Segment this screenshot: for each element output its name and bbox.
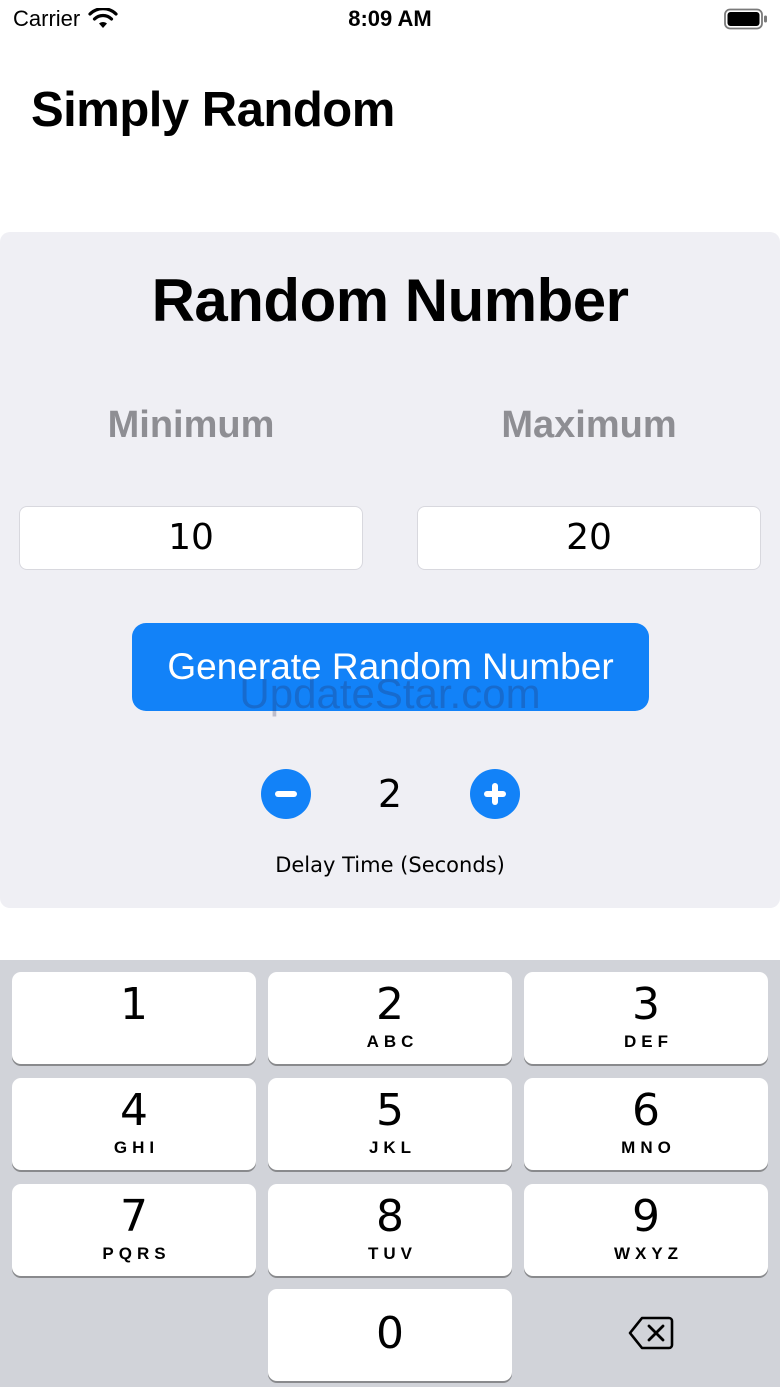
key-letters: ABC	[366, 1032, 419, 1051]
maximum-label: Maximum	[501, 404, 677, 446]
delete-key[interactable]	[524, 1288, 768, 1380]
key-digit: 5	[376, 1085, 404, 1136]
key-letters: JKL	[368, 1138, 417, 1157]
increment-button[interactable]	[470, 769, 520, 819]
clock: 8:09 AM	[348, 6, 432, 31]
key-digit: 4	[120, 1085, 148, 1136]
plus-circle-icon	[484, 783, 506, 805]
key-letters: WXYZ	[613, 1244, 684, 1263]
key-letters: PQRS	[102, 1244, 171, 1263]
battery-icon	[724, 8, 767, 30]
decrement-button[interactable]	[261, 769, 311, 819]
delay-value: 2	[377, 772, 403, 816]
numeric-keypad: 1 2 ABC 3 DEF 4 GHI 5 JKL 6 MNO 7 PQRS 8…	[0, 960, 780, 1387]
key-letters: DEF	[624, 1032, 673, 1051]
delay-time-label: Delay Time (Seconds)	[275, 853, 505, 877]
backspace-icon	[628, 1316, 674, 1350]
key-digit: 1	[120, 979, 148, 1030]
key-8[interactable]: 8 TUV	[268, 1184, 512, 1276]
key-digit: 0	[376, 1308, 404, 1359]
key-0[interactable]: 0	[268, 1289, 512, 1381]
key-3[interactable]: 3 DEF	[524, 972, 768, 1064]
card-title: Random Number	[151, 267, 629, 334]
key-letters: TUV	[368, 1244, 417, 1263]
key-2[interactable]: 2 ABC	[268, 972, 512, 1064]
key-5[interactable]: 5 JKL	[268, 1078, 512, 1170]
minus-circle-icon	[275, 791, 297, 797]
key-digit: 7	[120, 1191, 148, 1242]
minimum-label: Minimum	[107, 404, 275, 446]
key-6[interactable]: 6 MNO	[524, 1078, 768, 1170]
key-1[interactable]: 1	[12, 972, 256, 1064]
key-digit: 6	[632, 1085, 660, 1136]
key-digit: 9	[632, 1191, 660, 1242]
key-digit: 8	[376, 1191, 404, 1242]
key-digit: 2	[376, 979, 404, 1030]
app-title: Simply Random	[31, 83, 395, 137]
key-7[interactable]: 7 PQRS	[12, 1184, 256, 1276]
random-number-card: Random Number Minimum Maximum 10 20 Gene…	[0, 232, 780, 908]
generate-random-number-button[interactable]: Generate Random Number	[132, 623, 649, 711]
key-letters: GHI	[113, 1138, 160, 1157]
key-9[interactable]: 9 WXYZ	[524, 1184, 768, 1276]
key-letters: MNO	[621, 1138, 676, 1157]
status-bar: Carrier 8:09 AM	[0, 0, 780, 44]
minimum-field[interactable]: 10	[19, 506, 363, 570]
key-4[interactable]: 4 GHI	[12, 1078, 256, 1170]
key-digit: 3	[632, 979, 660, 1030]
maximum-field[interactable]: 20	[417, 506, 761, 570]
